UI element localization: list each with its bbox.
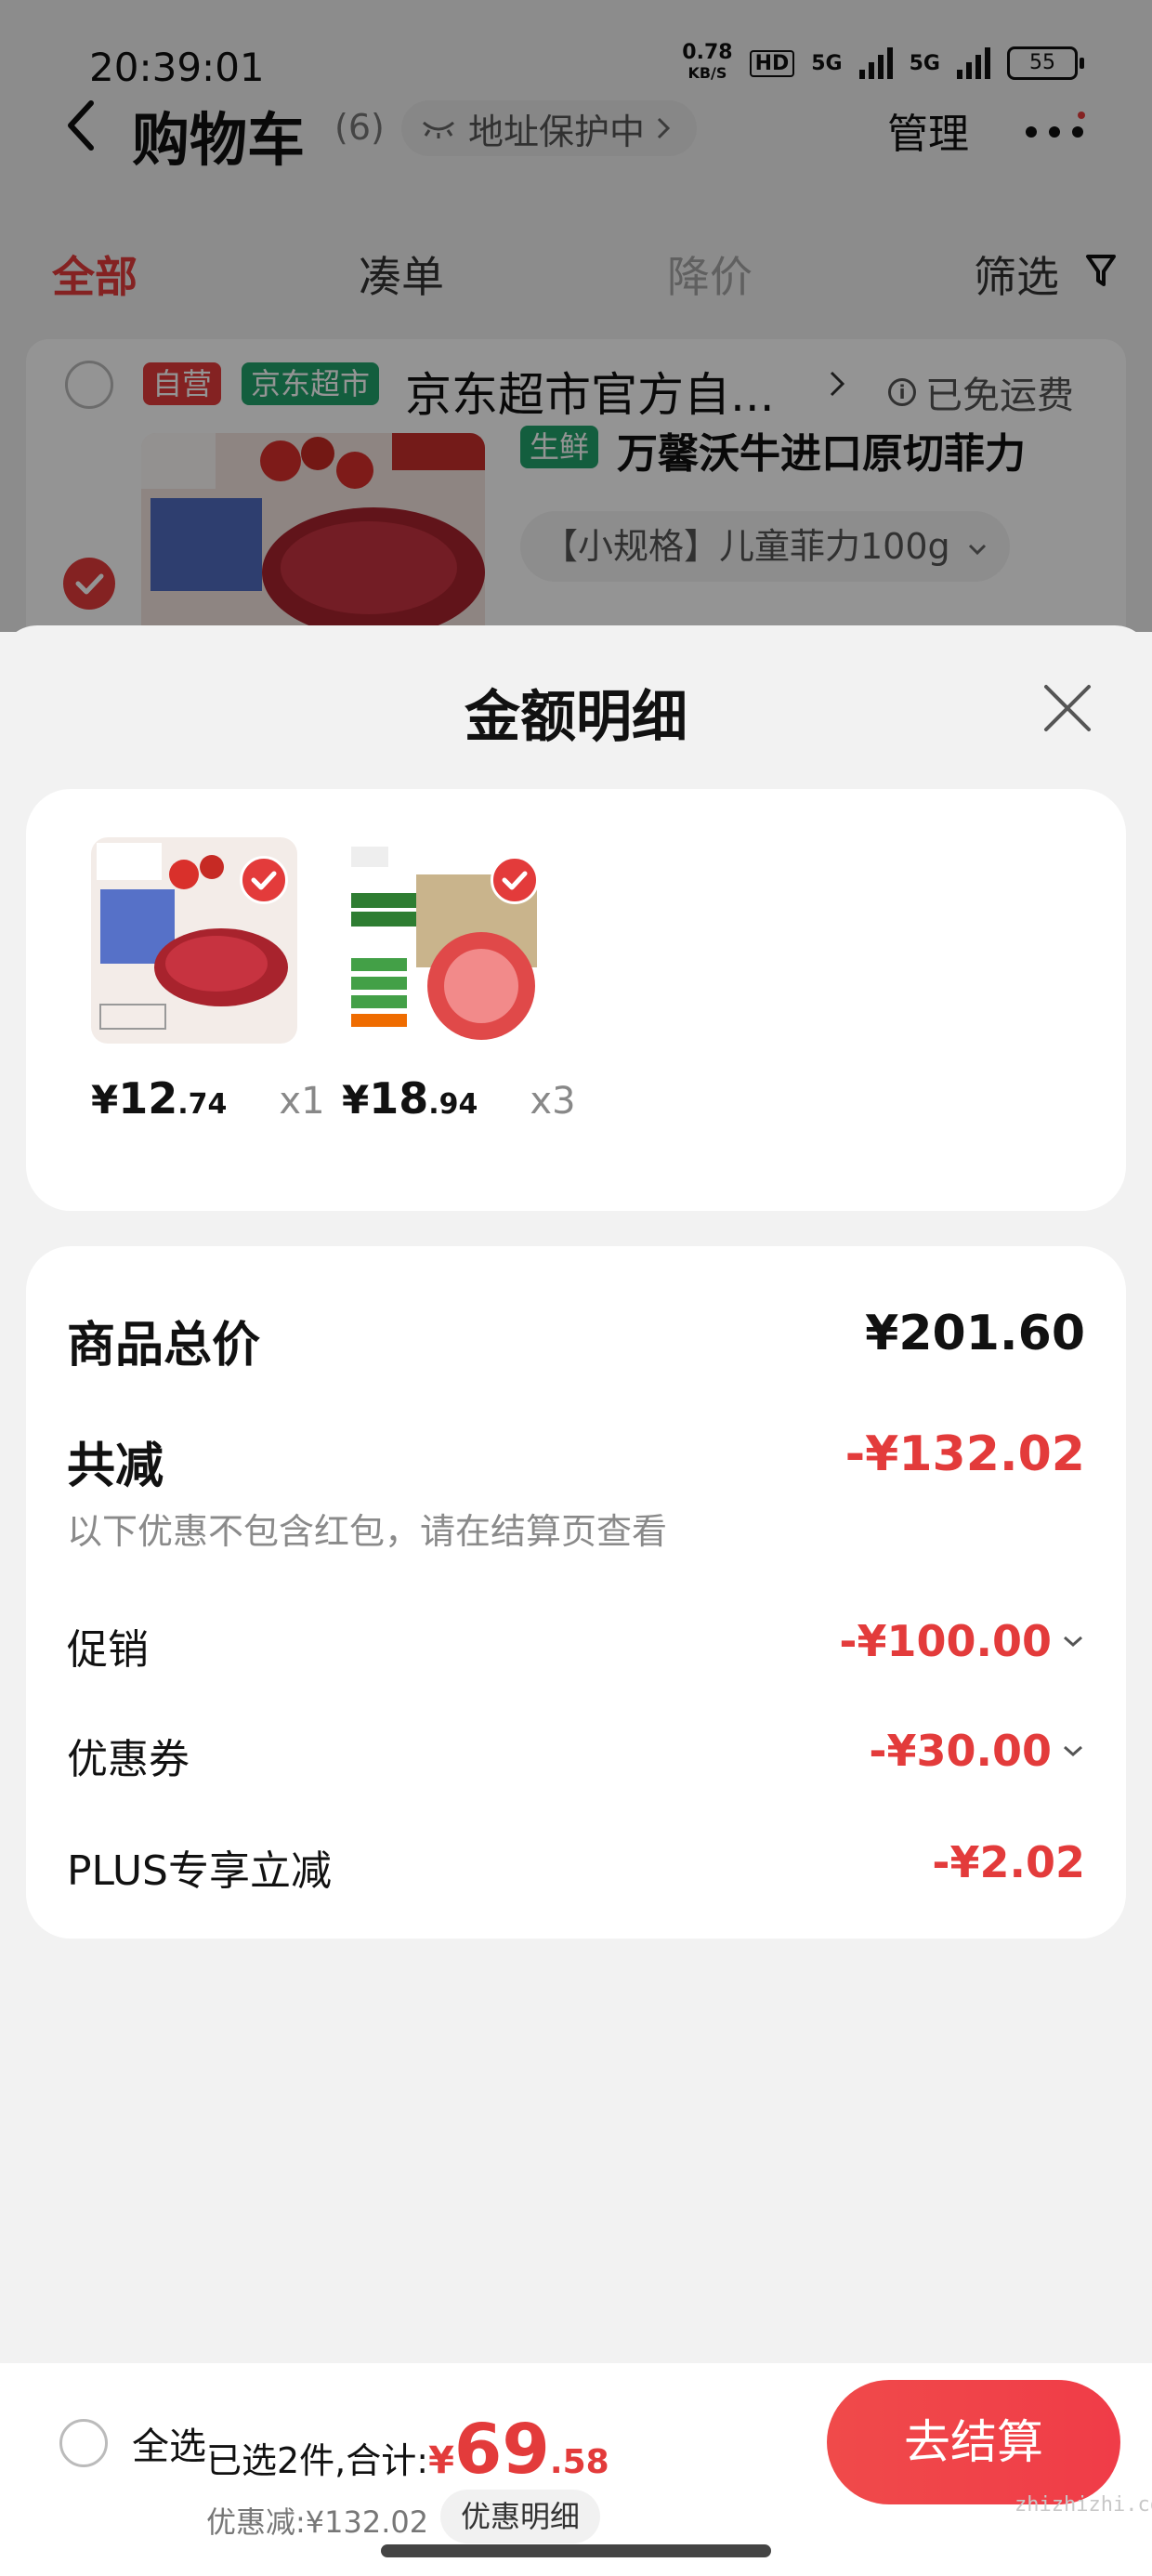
plus-discount-value: -¥2.02 [932,1837,1085,1887]
check-icon [251,871,277,890]
selected-items-card: ¥ 12 .74 x1 ¥ 18 .94 x3 [26,789,1126,1211]
total-yen: ¥ [428,2439,454,2482]
watermark: zhizhizhi.com [1015,2493,1152,2517]
item-checked-badge [240,856,288,904]
total-int: 69 [453,2410,550,2490]
modal-overlay[interactable] [0,0,1152,632]
sheet-title: 金额明细 [465,685,687,750]
total-price-label: 商品总价 [67,1318,261,1373]
discount-note: 以下优惠不包含红包，请在结算页查看 [67,1511,668,1552]
selected-item[interactable] [342,837,548,1044]
check-icon [502,871,528,890]
total-dec: .58 [549,2443,609,2481]
amount-detail-sheet: 金额明细 ¥ 12 .74 x1 ¥ 18 .94 x3 商品总价 ¥201.6… [0,625,1152,2363]
discount-amount: 优惠减:¥132.02 [206,2504,429,2540]
checkout-bar: 全选 已选2件,合计: ¥ 69 .58 优惠减:¥132.02 优惠明细 去结… [0,2363,1152,2576]
item-price-yen: ¥ [91,1077,119,1123]
promotion-label: 促销 [67,1626,149,1674]
item-thumbnail-steak [91,837,297,1044]
item-price-dec: .74 [177,1088,228,1121]
item-price-dec: .94 [428,1088,478,1121]
item-price-int: 12 [118,1073,178,1124]
total-price-value: ¥201.60 [865,1306,1085,1361]
promotion-value-row[interactable]: -¥100.00 [839,1616,1085,1666]
item-price-int: 18 [369,1073,429,1124]
select-all-radio[interactable] [59,2419,108,2467]
item-quantity: x3 [530,1080,576,1123]
item-price-row: ¥ 18 .94 x3 [342,1073,576,1124]
selection-total: 已选2件,合计: ¥ 69 .58 [206,2410,609,2490]
price-summary-card: 商品总价 ¥201.60 共减 -¥132.02 以下优惠不包含红包，请在结算页… [26,1246,1126,1939]
item-checked-badge [491,856,539,904]
item-thumbnail-beef-slices [342,837,548,1044]
chevron-down-icon [1064,1745,1082,1757]
selected-count-text: 已选2件,合计: [206,2440,429,2481]
total-reduce-label: 共减 [67,1439,164,1494]
total-reduce-value: -¥132.02 [844,1426,1085,1482]
chevron-down-icon [1064,1636,1082,1648]
selected-item[interactable] [91,837,297,1044]
select-all[interactable]: 全选 [59,2416,206,2470]
promotion-value: -¥100.00 [839,1616,1052,1666]
coupon-label: 优惠券 [67,1736,190,1783]
checkout-button[interactable]: 去结算 [827,2380,1120,2504]
plus-discount-label: PLUS专享立减 [67,1847,332,1895]
close-icon[interactable] [1041,681,1094,735]
home-indicator[interactable] [381,2544,771,2557]
coupon-value: -¥30.00 [869,1726,1052,1776]
item-price-row: ¥ 12 .74 x1 [91,1073,325,1124]
discount-detail-button[interactable]: 优惠明细 [440,2490,601,2543]
coupon-value-row[interactable]: -¥30.00 [869,1726,1085,1776]
select-all-label: 全选 [132,2425,206,2468]
item-price-yen: ¥ [342,1077,370,1123]
item-quantity: x1 [279,1080,325,1123]
